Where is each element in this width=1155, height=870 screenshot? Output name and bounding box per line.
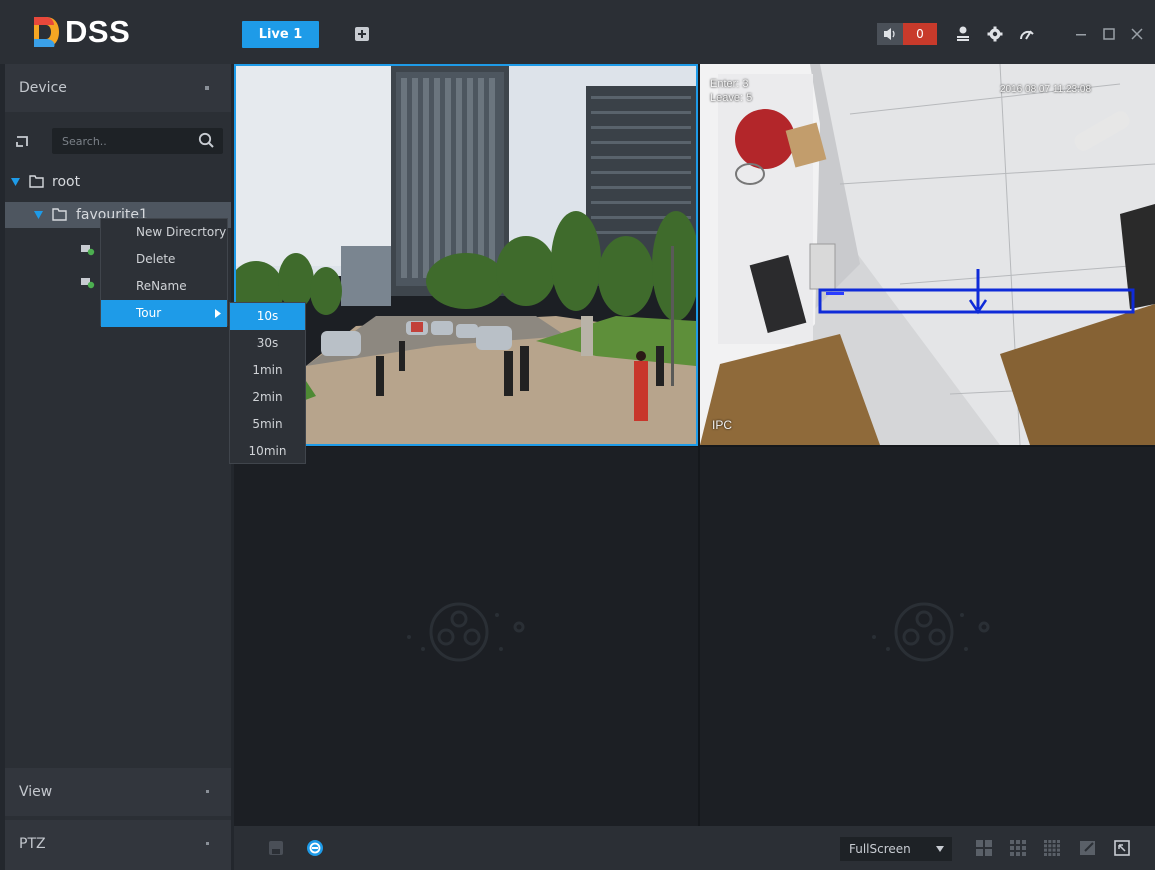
no-video-camera-icon: [872, 602, 990, 662]
chevron-right-icon: [206, 842, 209, 845]
video-window-2[interactable]: Enter: 3 Leave: 5 2016 08 07 11:23:08 IP…: [700, 64, 1155, 445]
custom-layout-icon[interactable]: [1080, 840, 1096, 856]
search-input[interactable]: [62, 128, 182, 154]
tour-option-5min[interactable]: 5min: [230, 411, 305, 438]
video-grid: Enter: 3 Leave: 5 2016 08 07 11:23:08 IP…: [234, 64, 1155, 826]
chevron-down-icon: [205, 86, 209, 90]
minimize-icon[interactable]: [1072, 25, 1090, 43]
tree-node-root[interactable]: root: [5, 169, 231, 195]
device-panel-title: Device: [19, 80, 67, 96]
alarm-count-badge: 0: [903, 23, 937, 45]
tour-playback-icon[interactable]: [306, 839, 324, 857]
camera-online-icon[interactable]: [81, 277, 95, 289]
tour-option-10s[interactable]: 10s: [230, 303, 305, 330]
app-title: DSS: [65, 14, 131, 49]
chevron-right-icon: [215, 309, 221, 318]
chevron-down-icon: [936, 846, 944, 852]
tree-node-label: root: [52, 174, 81, 190]
chevron-right-icon: [206, 790, 209, 793]
expand-triangle-icon[interactable]: [11, 178, 20, 186]
camera-online-icon[interactable]: [81, 244, 95, 256]
tree-context-menu: New Direcrtory Delete ReName Tour: [100, 218, 228, 327]
ptz-panel-header[interactable]: PTZ: [5, 820, 231, 870]
collapse-tree-icon[interactable]: [15, 133, 31, 149]
menu-item-new-directory[interactable]: New Direcrtory: [101, 219, 227, 246]
menu-item-tour-label: Tour: [136, 306, 162, 320]
menu-item-rename[interactable]: ReName: [101, 273, 227, 300]
fullscreen-toggle-icon[interactable]: [1114, 840, 1130, 856]
folder-icon: [29, 175, 44, 188]
tab-live-1[interactable]: Live 1: [242, 21, 319, 48]
video-window-4[interactable]: [700, 447, 1155, 826]
ptz-panel-title: PTZ: [19, 836, 46, 852]
add-tab-icon[interactable]: [355, 27, 369, 41]
user-icon[interactable]: [954, 25, 972, 43]
speaker-icon[interactable]: [877, 23, 903, 45]
layout-9-icon[interactable]: [1010, 840, 1026, 856]
save-view-icon[interactable]: [268, 840, 284, 856]
layout-4-icon[interactable]: [976, 840, 992, 856]
alarm-sound-control[interactable]: 0: [877, 23, 937, 45]
close-icon[interactable]: [1128, 25, 1146, 43]
live-video-overhead: [700, 64, 1155, 445]
tour-option-2min[interactable]: 2min: [230, 384, 305, 411]
search-field[interactable]: [52, 128, 223, 154]
fullscreen-select-value: FullScreen: [849, 842, 911, 856]
title-bar: DSS Live 1 0: [0, 0, 1155, 64]
bottom-toolbar: FullScreen: [234, 826, 1155, 870]
gear-icon[interactable]: [986, 25, 1004, 43]
video-timestamp: 2016 08 07 11:23:08: [1000, 84, 1092, 95]
no-video-camera-icon: [407, 602, 525, 662]
people-enter-count: Enter: 3: [710, 78, 749, 90]
folder-icon: [52, 208, 67, 221]
device-panel-header[interactable]: Device: [5, 64, 231, 112]
dss-logo-icon: [34, 17, 59, 47]
tour-interval-submenu: 10s 30s 1min 2min 5min 10min: [229, 302, 306, 464]
device-sidebar: Device root favourite1: [5, 64, 231, 870]
tour-option-30s[interactable]: 30s: [230, 330, 305, 357]
search-icon[interactable]: [198, 132, 215, 149]
tour-option-10min[interactable]: 10min: [230, 438, 305, 465]
fullscreen-select[interactable]: FullScreen: [840, 837, 952, 861]
maximize-icon[interactable]: [1100, 25, 1118, 43]
view-panel-title: View: [19, 784, 53, 800]
video-window-3[interactable]: [234, 447, 698, 826]
layout-16-icon[interactable]: [1044, 840, 1060, 856]
performance-gauge-icon[interactable]: [1018, 25, 1036, 43]
app-logo: DSS: [30, 14, 130, 50]
people-leave-count: Leave: 5: [710, 92, 753, 104]
channel-label: IPC: [712, 418, 733, 432]
view-panel-header[interactable]: View: [5, 768, 231, 816]
expand-triangle-icon[interactable]: [34, 211, 43, 219]
menu-item-tour[interactable]: Tour: [101, 300, 227, 327]
menu-item-delete[interactable]: Delete: [101, 246, 227, 273]
device-search: [15, 128, 227, 154]
tour-option-1min[interactable]: 1min: [230, 357, 305, 384]
